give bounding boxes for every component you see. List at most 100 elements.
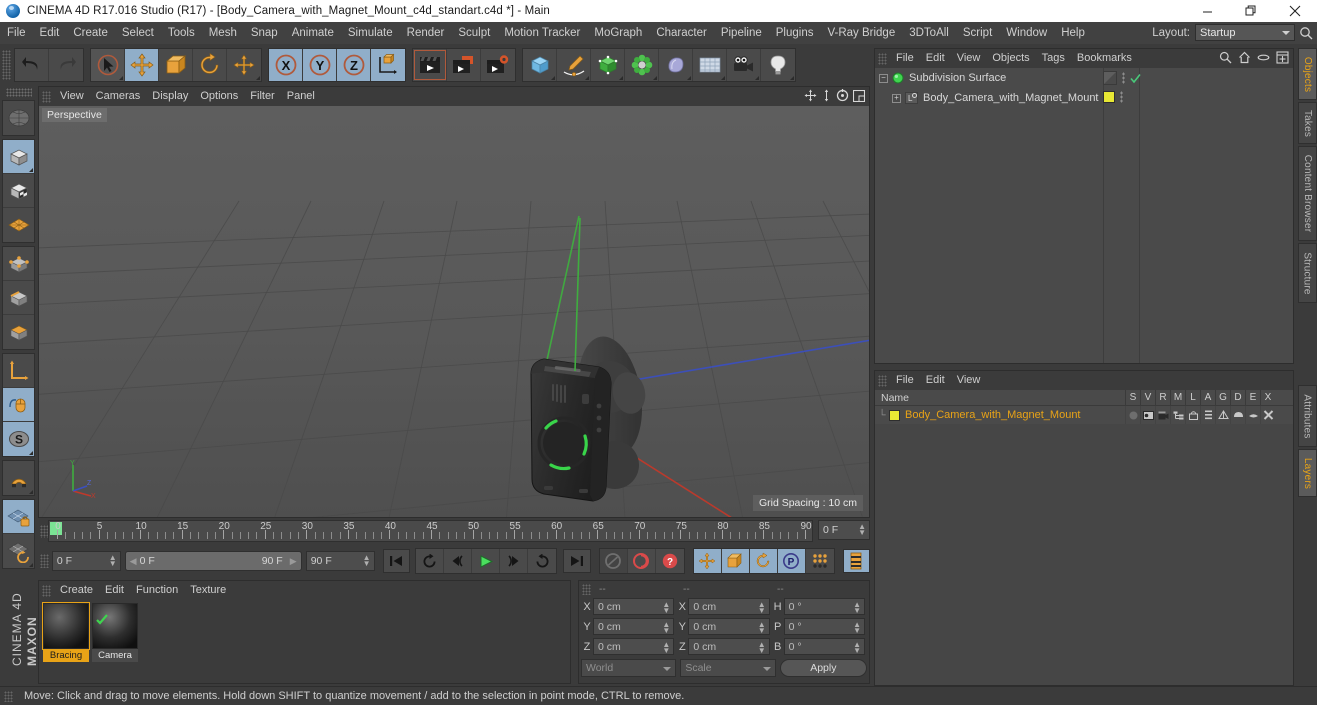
- menu-select[interactable]: Select: [115, 22, 161, 44]
- layer-generator-icon[interactable]: [1215, 406, 1230, 424]
- step-forward-icon[interactable]: [500, 549, 529, 573]
- key-scale-icon[interactable]: [721, 549, 750, 573]
- material-item-bracing[interactable]: Bracing: [42, 602, 90, 662]
- lock-workplane-icon[interactable]: [3, 500, 34, 534]
- layer-manager-icon[interactable]: [1170, 406, 1185, 424]
- material-menu-function[interactable]: Function: [130, 581, 184, 600]
- viewport-menu-filter[interactable]: Filter: [244, 87, 280, 106]
- object-menu-objects[interactable]: Objects: [986, 49, 1035, 68]
- make-editable-icon[interactable]: [3, 101, 34, 135]
- status-grip[interactable]: [4, 690, 13, 702]
- scale-icon[interactable]: [159, 49, 193, 81]
- stepper-icon[interactable]: ▲ ▼: [858, 523, 866, 537]
- camera-icon[interactable]: [727, 49, 761, 81]
- stepper-icon[interactable]: ▲ ▼: [662, 641, 670, 655]
- scene-object-icon[interactable]: [659, 49, 693, 81]
- move-icon[interactable]: [125, 49, 159, 81]
- stepper-icon[interactable]: ▲ ▼: [853, 621, 861, 635]
- render-settings-icon[interactable]: [481, 49, 515, 81]
- light-icon[interactable]: [761, 49, 795, 81]
- anim-range-slider[interactable]: ◀ 0 F 90 F ▶: [124, 551, 302, 571]
- layer-col-r[interactable]: R: [1155, 390, 1170, 406]
- menu-render[interactable]: Render: [400, 22, 452, 44]
- enable-check-icon[interactable]: [1130, 73, 1141, 84]
- layer-col-a[interactable]: A: [1200, 390, 1215, 406]
- layer-expression-icon[interactable]: [1245, 406, 1260, 424]
- layer-lock-icon[interactable]: [1185, 406, 1200, 424]
- timeline-ruler[interactable]: 0 5 10 15 20 25 30 35 40 45 50 55 60 65 70 75 80 85 90: [48, 520, 813, 542]
- menu-simulate[interactable]: Simulate: [341, 22, 400, 44]
- layer-deformer-icon[interactable]: [1230, 406, 1245, 424]
- zoom-icon[interactable]: [821, 89, 832, 102]
- size-x-field[interactable]: 0 cm ▲ ▼: [688, 598, 770, 615]
- menu-pipeline[interactable]: Pipeline: [714, 22, 769, 44]
- material-menu-create[interactable]: Create: [54, 581, 99, 600]
- stepper-icon[interactable]: ▲ ▼: [758, 641, 766, 655]
- layer-render-icon[interactable]: [1155, 406, 1170, 424]
- menu-edit[interactable]: Edit: [33, 22, 67, 44]
- menu-mograph[interactable]: MoGraph: [587, 22, 649, 44]
- tab-takes[interactable]: Takes: [1298, 102, 1317, 144]
- stepper-icon[interactable]: ▲ ▼: [363, 554, 371, 568]
- layer-menu-view[interactable]: View: [951, 371, 987, 390]
- viewport-grip[interactable]: [42, 90, 51, 103]
- x-axis-icon[interactable]: X: [269, 49, 303, 81]
- size-y-field[interactable]: 0 cm ▲ ▼: [688, 618, 770, 635]
- y-axis-icon[interactable]: Y: [303, 49, 337, 81]
- layer-col-s[interactable]: S: [1125, 390, 1140, 406]
- loop-icon[interactable]: [528, 549, 557, 573]
- tab-content-browser[interactable]: Content Browser: [1298, 146, 1317, 241]
- layer-color-swatch[interactable]: [889, 409, 900, 421]
- object-menu-view[interactable]: View: [951, 49, 987, 68]
- menu-help[interactable]: Help: [1054, 22, 1092, 44]
- pan-icon[interactable]: [804, 89, 817, 102]
- stepper-icon[interactable]: ▲ ▼: [758, 621, 766, 635]
- material-menu-texture[interactable]: Texture: [184, 581, 232, 600]
- menu-snap[interactable]: Snap: [244, 22, 285, 44]
- timeline-icon[interactable]: [842, 549, 870, 573]
- rewind-icon[interactable]: [416, 549, 445, 573]
- menu-character[interactable]: Character: [649, 22, 714, 44]
- autokey-icon[interactable]: [599, 549, 628, 573]
- object-tree-row-subdivision-surface[interactable]: − Subdivision Surface: [875, 68, 1293, 88]
- layer-col-d[interactable]: D: [1230, 390, 1245, 406]
- world-object-coord-icon[interactable]: [371, 49, 405, 81]
- layer-col-v[interactable]: V: [1140, 390, 1155, 406]
- visibility-dots-icon[interactable]: [1120, 91, 1123, 103]
- range-right-arrow-icon[interactable]: ▶: [290, 556, 297, 567]
- stepper-icon[interactable]: ▲ ▼: [109, 554, 117, 568]
- viewport-menu-panel[interactable]: Panel: [281, 87, 321, 106]
- object-axis-icon[interactable]: [3, 354, 34, 388]
- maximize-view-icon[interactable]: [853, 89, 865, 102]
- viewport-menu-view[interactable]: View: [54, 87, 90, 106]
- render-region-icon[interactable]: [447, 49, 481, 81]
- material-menu-edit[interactable]: Edit: [99, 581, 130, 600]
- polygons-mode-icon[interactable]: [3, 315, 34, 349]
- layer-menu-file[interactable]: File: [890, 371, 920, 390]
- deformer-icon[interactable]: [625, 49, 659, 81]
- move-axis-icon[interactable]: [227, 49, 261, 81]
- viewport-menu-options[interactable]: Options: [194, 87, 244, 106]
- search-icon[interactable]: [1219, 51, 1232, 64]
- layer-col-m[interactable]: M: [1170, 390, 1185, 406]
- layer-row[interactable]: └ Body_Camera_with_Magnet_Mount: [875, 406, 1293, 424]
- stepper-icon[interactable]: ▲ ▼: [853, 601, 861, 615]
- step-back-icon[interactable]: [444, 549, 473, 573]
- layout-select[interactable]: Startup: [1195, 24, 1295, 41]
- anim-start-field[interactable]: 0 F ▲ ▼: [51, 551, 121, 571]
- key-param-icon[interactable]: P: [777, 549, 806, 573]
- menu-file[interactable]: File: [0, 22, 33, 44]
- rotate-view-icon[interactable]: [836, 89, 849, 102]
- go-to-end-icon[interactable]: [563, 549, 591, 573]
- magnet-snap-icon[interactable]: [3, 461, 34, 495]
- layer-col-l[interactable]: L: [1185, 390, 1200, 406]
- cube-primitive-icon[interactable]: [523, 49, 557, 81]
- viewport-canvas[interactable]: Perspective Y X Z Grid Spacing: 10 cm: [39, 106, 869, 517]
- layer-col-e[interactable]: E: [1245, 390, 1260, 406]
- left-toolbar-grip[interactable]: [5, 88, 32, 97]
- link-icon[interactable]: [1257, 51, 1270, 64]
- rotation-h-field[interactable]: 0 ° ▲ ▼: [783, 598, 865, 615]
- menu-plugins[interactable]: Plugins: [769, 22, 821, 44]
- stepper-icon[interactable]: ▲ ▼: [853, 641, 861, 655]
- object-tree-row-body-camera[interactable]: + L Body_Camera_with_Magnet_Mount: [875, 88, 1293, 108]
